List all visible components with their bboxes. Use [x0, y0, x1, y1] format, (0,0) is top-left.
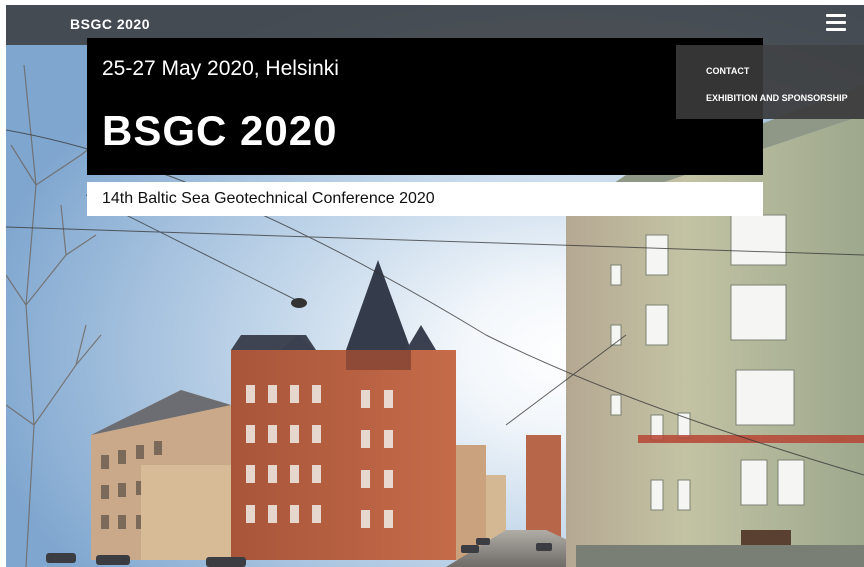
navigation-dropdown-menu: CONTACT EXHIBITION AND SPONSORSHIP: [676, 45, 864, 119]
conference-date-location: 25-27 May 2020, Helsinki: [102, 57, 339, 80]
site-title[interactable]: BSGC 2020: [70, 16, 150, 32]
page-frame: BSGC 2020 25-27 May 2020, Helsinki BSGC …: [6, 5, 864, 567]
hamburger-menu-icon[interactable]: [826, 14, 846, 32]
menu-item-exhibition-and-sponsorship[interactable]: EXHIBITION AND SPONSORSHIP: [706, 93, 848, 103]
conference-subtitle: 14th Baltic Sea Geotechnical Conference …: [102, 190, 435, 207]
conference-subtitle-box: 14th Baltic Sea Geotechnical Conference …: [87, 182, 763, 216]
hero-title-box: 25-27 May 2020, Helsinki BSGC 2020: [87, 38, 763, 175]
menu-item-contact[interactable]: CONTACT: [706, 66, 749, 76]
conference-name: BSGC 2020: [102, 107, 338, 154]
